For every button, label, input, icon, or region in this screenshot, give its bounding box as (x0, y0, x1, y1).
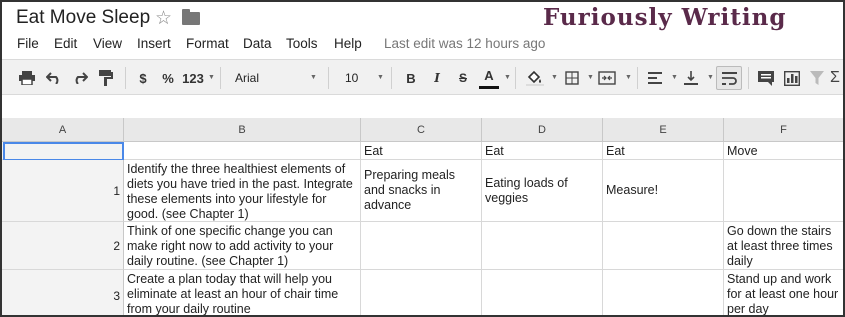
row-header[interactable]: 3 (2, 270, 124, 315)
table-cell[interactable]: Eating loads of veggies (482, 160, 603, 222)
menu-data[interactable]: Data (243, 36, 272, 51)
table-cell[interactable]: Go down the stairs at least three times … (724, 222, 843, 270)
chevron-down-icon[interactable]: ▼ (707, 74, 714, 81)
title-bar: Eat Move Sleep ☆ Furiously Writing (2, 2, 843, 34)
toolbar-separator (220, 67, 221, 89)
menu-tools[interactable]: Tools (286, 36, 318, 51)
chevron-down-icon[interactable]: ▼ (625, 74, 632, 81)
table-cell[interactable]: Identify the three healthiest elements o… (124, 160, 361, 222)
toolbar-separator (125, 67, 126, 89)
toolbar-separator (391, 67, 392, 89)
table-cell[interactable]: Stand up and work for at least one hour … (724, 270, 843, 315)
toolbar-separator (748, 67, 749, 89)
chevron-down-icon[interactable]: ▼ (671, 74, 678, 81)
menu-format[interactable]: Format (186, 36, 229, 51)
document-title[interactable]: Eat Move Sleep (16, 7, 150, 29)
column-header-a[interactable]: A (2, 118, 124, 142)
column-header-b[interactable]: B (124, 118, 361, 142)
toolbar-separator (328, 67, 329, 89)
merge-cells-icon[interactable] (596, 67, 618, 89)
formula-bar[interactable] (2, 96, 843, 118)
watermark-logo: Furiously Writing (543, 4, 787, 31)
chevron-down-icon[interactable]: ▼ (587, 74, 594, 81)
more-formats-label: 123 (182, 70, 204, 86)
table-cell[interactable]: Create a plan today that will help you e… (124, 270, 361, 315)
functions-icon[interactable]: Σ (828, 67, 842, 89)
undo-icon[interactable] (43, 67, 65, 89)
table-cell[interactable] (361, 222, 482, 270)
strikethrough-button[interactable]: S (454, 67, 472, 89)
column-header-c[interactable]: C (361, 118, 482, 142)
spreadsheet-window: Eat Move Sleep ☆ Furiously Writing File … (0, 0, 845, 317)
selected-cell-a[interactable] (3, 142, 124, 161)
font-family-value: Arial (235, 71, 260, 85)
redo-icon[interactable] (69, 67, 91, 89)
print-icon[interactable] (16, 67, 38, 89)
table-cell[interactable]: Eat (361, 142, 482, 160)
currency-format-button[interactable]: $ (135, 67, 151, 89)
menu-view[interactable]: View (93, 36, 122, 51)
table-cell[interactable] (724, 160, 843, 222)
wrap-text-icon (722, 72, 737, 85)
chevron-down-icon: ▼ (377, 74, 384, 81)
last-edit-status[interactable]: Last edit was 12 hours ago (384, 36, 545, 51)
borders-icon[interactable] (562, 67, 582, 89)
comment-icon[interactable] (756, 67, 776, 89)
menu-file[interactable]: File (17, 36, 39, 51)
table-cell[interactable]: Preparing meals and snacks in advance (361, 160, 482, 222)
table-cell[interactable] (603, 270, 724, 315)
column-header-d[interactable]: D (482, 118, 603, 142)
table-cell[interactable]: Eat (603, 142, 724, 160)
column-header-e[interactable]: E (603, 118, 724, 142)
filter-icon[interactable] (808, 67, 826, 89)
fill-color-icon[interactable] (524, 67, 546, 89)
menu-help[interactable]: Help (334, 36, 362, 51)
chevron-down-icon[interactable]: ▼ (504, 74, 511, 81)
italic-button[interactable]: I (428, 67, 446, 89)
table-cell[interactable]: Eat (482, 142, 603, 160)
folder-icon[interactable] (182, 9, 200, 25)
font-size-select[interactable]: 10 ▼ (345, 68, 385, 88)
more-formats-button[interactable]: 123 (182, 67, 204, 89)
row-header[interactable]: 2 (2, 222, 124, 270)
chevron-down-icon[interactable]: ▼ (208, 74, 215, 81)
font-size-value: 10 (345, 71, 359, 85)
percent-format-button[interactable]: % (160, 67, 176, 89)
menu-insert[interactable]: Insert (137, 36, 171, 51)
star-icon[interactable]: ☆ (155, 7, 172, 30)
bold-button[interactable]: B (402, 67, 420, 89)
sheet-grid: A B C D E F Eat Eat Eat Move 1 Identify … (2, 118, 843, 315)
text-color-swatch (479, 86, 499, 89)
table-cell[interactable] (482, 222, 603, 270)
toolbar-separator (515, 67, 516, 89)
toolbar-separator (637, 67, 638, 89)
paint-format-icon[interactable] (95, 67, 117, 89)
vertical-align-bottom-icon[interactable] (682, 67, 700, 89)
menu-edit[interactable]: Edit (54, 36, 77, 51)
toolbar: $ % 123 ▼ Arial ▼ 10 ▼ B I S A ▼ ▼ ▼ ▼ ▼… (2, 59, 843, 95)
chevron-down-icon: ▼ (310, 74, 317, 81)
table-cell[interactable] (482, 270, 603, 315)
text-color-button[interactable]: A (479, 64, 499, 86)
chevron-down-icon[interactable]: ▼ (551, 74, 558, 81)
menu-bar: File Edit View Insert Format Data Tools … (2, 33, 843, 55)
align-left-icon[interactable] (646, 67, 664, 89)
insert-chart-icon[interactable] (782, 67, 802, 89)
table-cell[interactable]: Move (724, 142, 843, 160)
row-header[interactable]: 1 (2, 160, 124, 222)
table-cell[interactable] (603, 222, 724, 270)
table-cell[interactable]: Measure! (603, 160, 724, 222)
column-header-f[interactable]: F (724, 118, 843, 142)
table-cell[interactable] (361, 270, 482, 315)
font-family-select[interactable]: Arial ▼ (235, 68, 320, 88)
table-cell[interactable]: Think of one specific change you can mak… (124, 222, 361, 270)
wrap-text-button[interactable] (716, 66, 742, 90)
table-cell[interactable] (124, 142, 361, 160)
